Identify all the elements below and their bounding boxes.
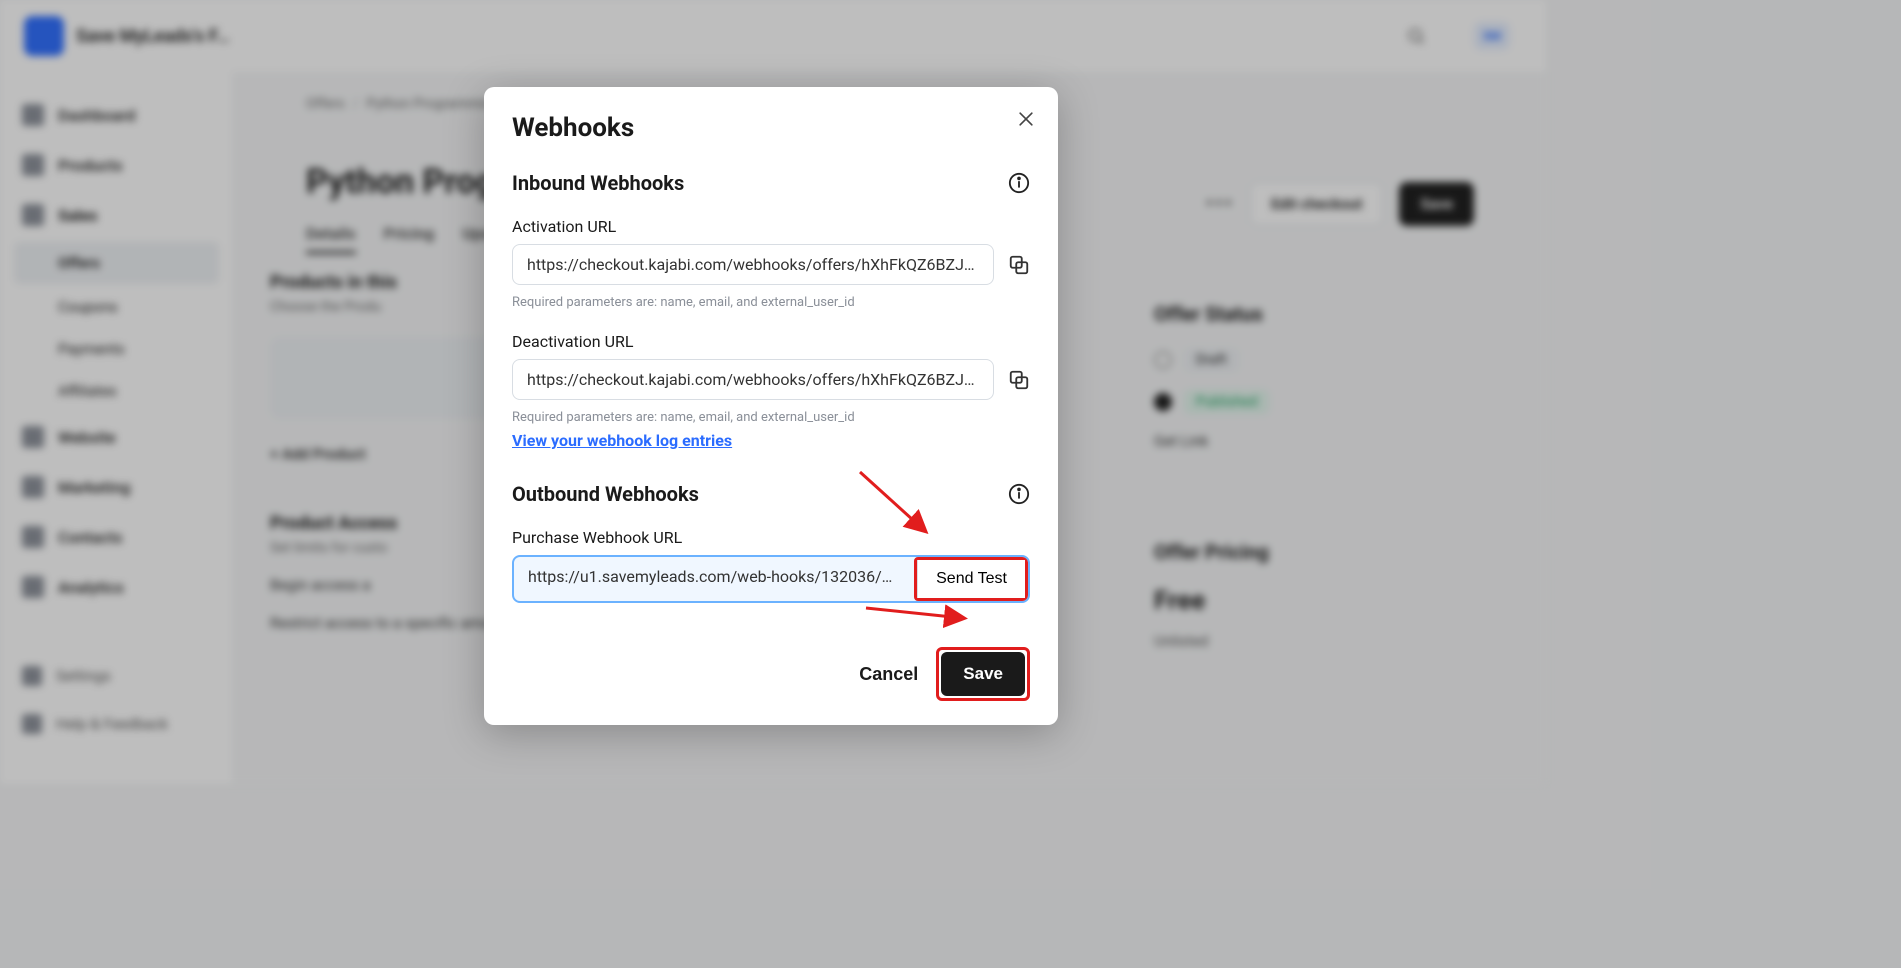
activation-url-input[interactable]: https://checkout.kajabi.com/webhooks/off… xyxy=(512,244,994,285)
close-icon[interactable] xyxy=(1016,109,1036,129)
copy-icon[interactable] xyxy=(1008,254,1030,276)
activation-url-label: Activation URL xyxy=(512,217,1030,236)
outbound-section-title: Outbound Webhooks xyxy=(512,482,699,506)
highlight-save: Save xyxy=(936,647,1030,701)
deactivation-url-input[interactable]: https://checkout.kajabi.com/webhooks/off… xyxy=(512,359,994,400)
deactivation-url-label: Deactivation URL xyxy=(512,332,1030,351)
info-icon[interactable] xyxy=(1008,172,1030,194)
send-test-button[interactable]: Send Test xyxy=(917,560,1025,598)
save-button[interactable]: Save xyxy=(941,652,1025,696)
cancel-button[interactable]: Cancel xyxy=(859,664,918,685)
inbound-section-title: Inbound Webhooks xyxy=(512,171,684,195)
highlight-send-test: Send Test xyxy=(914,557,1028,601)
modal-title: Webhooks xyxy=(512,113,1030,143)
webhook-log-link[interactable]: View your webhook log entries xyxy=(512,431,1030,450)
purchase-url-input[interactable]: https://u1.savemyleads.com/web-hooks/132… xyxy=(514,557,914,601)
info-icon[interactable] xyxy=(1008,483,1030,505)
webhooks-modal: Webhooks Inbound Webhooks Activation URL… xyxy=(484,87,1058,725)
activation-hint: Required parameters are: name, email, an… xyxy=(512,295,1030,310)
purchase-url-label: Purchase Webhook URL xyxy=(512,528,1030,547)
deactivation-hint: Required parameters are: name, email, an… xyxy=(512,410,1030,425)
copy-icon[interactable] xyxy=(1008,369,1030,391)
